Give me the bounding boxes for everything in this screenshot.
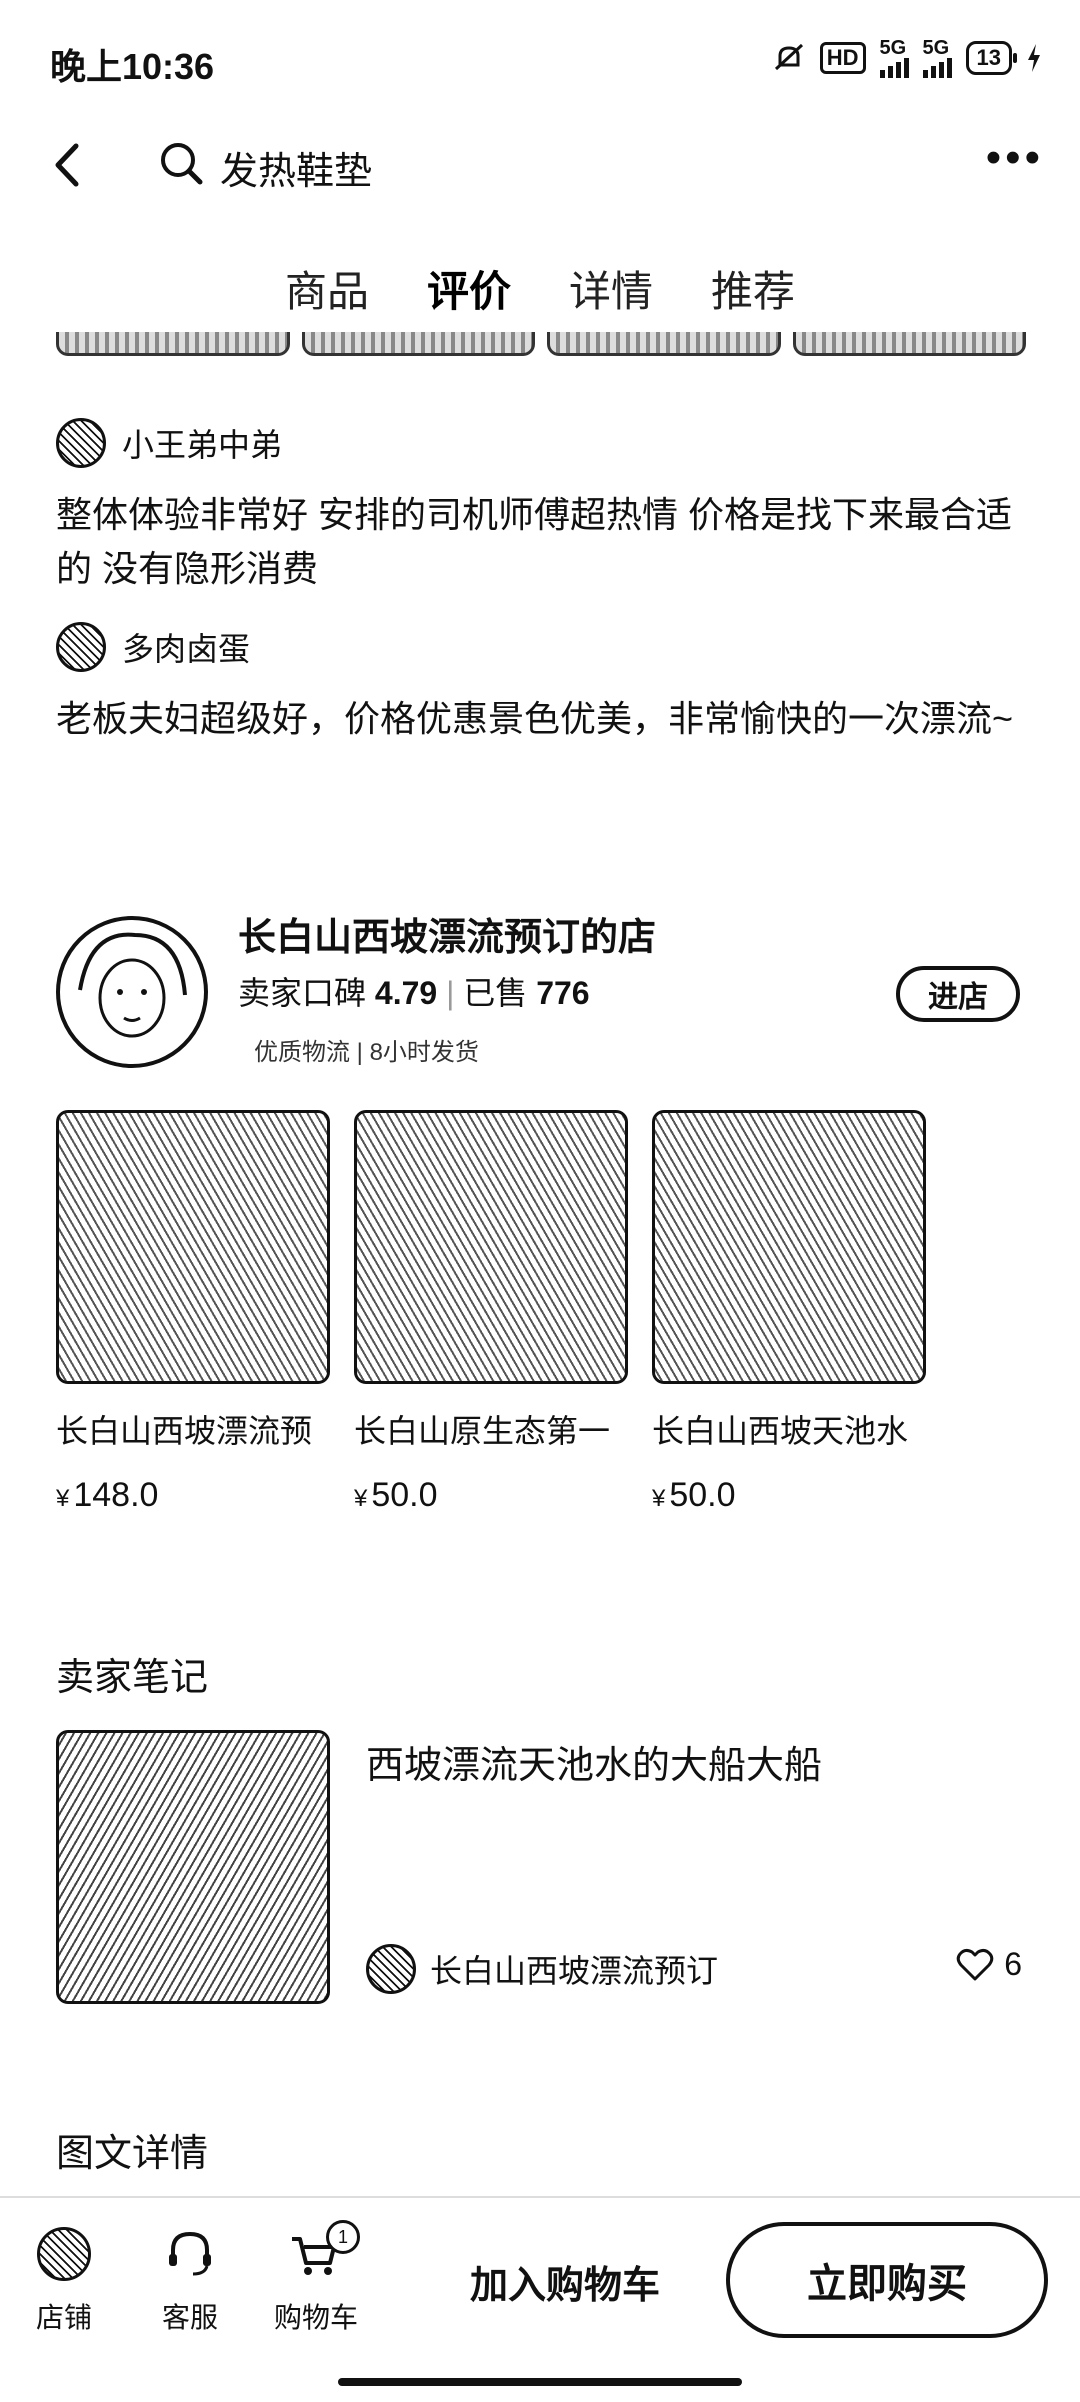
charging-icon bbox=[1028, 44, 1040, 72]
tab-goods[interactable]: 商品 bbox=[285, 258, 369, 319]
signal-bars-icon bbox=[922, 58, 952, 78]
sold-label: 已售 bbox=[463, 975, 528, 1011]
product-card[interactable]: 长白山西坡天池水 ¥50.0 bbox=[652, 1110, 926, 1515]
service-tab-label: 客服 bbox=[161, 2302, 218, 2333]
product-title: 长白山西坡漂流预 bbox=[56, 1413, 313, 1449]
service-tab[interactable]: 客服 bbox=[140, 2226, 240, 2336]
review-image[interactable] bbox=[56, 332, 290, 356]
bottom-action-bar: 店铺 客服 1 购物车 加入购物车 立即购买 bbox=[0, 2196, 1080, 2402]
cart-tab-label: 购物车 bbox=[273, 2302, 358, 2333]
headset-icon bbox=[169, 2231, 211, 2276]
review-item[interactable]: 多肉卤蛋 老板夫妇超级好，价格优惠景色优美，非常愉快的一次漂流~ bbox=[56, 622, 1036, 746]
review-text: 老板夫妇超级好，价格优惠景色优美，非常愉快的一次漂流~ bbox=[56, 698, 1014, 739]
avatar bbox=[56, 622, 106, 672]
signal-1: 5G bbox=[879, 37, 909, 78]
status-time: 晚上10:36 bbox=[50, 46, 215, 87]
shop-tab-label: 店铺 bbox=[35, 2302, 92, 2333]
product-price: ¥148.0 bbox=[56, 1476, 159, 1514]
network-1-label: 5G bbox=[879, 37, 907, 59]
note-title[interactable]: 西坡漂流天池水的大船大船 bbox=[366, 1734, 822, 1789]
cart-badge: 1 bbox=[326, 2220, 360, 2254]
shop-tags: 优质物流 | 8小时发货 bbox=[254, 1039, 479, 1066]
shop-meta: 卖家口碑 4.79 | 已售 776 bbox=[238, 975, 590, 1011]
rating-label: 卖家口碑 bbox=[238, 975, 367, 1011]
mute-bell-icon bbox=[774, 43, 803, 71]
product-card[interactable]: 长白山原生态第一 ¥50.0 bbox=[354, 1110, 628, 1515]
review-item[interactable]: 小王弟中弟 整体体验非常好 安排的司机师傅超热情 价格是找下来最合适的 没有隐形… bbox=[56, 418, 1036, 596]
note-author-name: 长白山西坡漂流预订 bbox=[430, 1953, 719, 1989]
more-icon[interactable]: ••• bbox=[986, 136, 1044, 180]
tab-details[interactable]: 详情 bbox=[569, 258, 653, 319]
rating-value: 4.79 bbox=[374, 975, 438, 1011]
hd-badge: HD bbox=[819, 42, 866, 74]
note-image[interactable] bbox=[56, 1730, 330, 2004]
shop-name[interactable]: 长白山西坡漂流预订的店 bbox=[238, 906, 656, 961]
product-title: 长白山西坡天池水 bbox=[652, 1413, 909, 1449]
enter-shop-button[interactable]: 进店 bbox=[896, 966, 1020, 1022]
tab-recommend[interactable]: 推荐 bbox=[711, 258, 795, 319]
shop-avatar[interactable] bbox=[56, 916, 208, 1068]
like-count: 6 bbox=[1004, 1946, 1022, 1982]
product-image[interactable] bbox=[652, 1110, 926, 1384]
avatar bbox=[56, 418, 106, 468]
review-image[interactable] bbox=[792, 332, 1026, 356]
product-price: ¥50.0 bbox=[354, 1476, 438, 1514]
product-card[interactable]: 长白山西坡漂流预 ¥148.0 bbox=[56, 1110, 330, 1515]
review-image[interactable] bbox=[547, 332, 781, 356]
back-icon[interactable] bbox=[48, 140, 88, 190]
note-author[interactable]: 长白山西坡漂流预订 bbox=[366, 1944, 718, 1994]
signal-2: 5G bbox=[922, 37, 952, 78]
review-image-strip[interactable] bbox=[56, 332, 1026, 356]
tab-reviews[interactable]: 评价 bbox=[427, 258, 511, 341]
product-price: ¥50.0 bbox=[652, 1476, 736, 1514]
product-image[interactable] bbox=[56, 1110, 330, 1384]
home-indicator[interactable] bbox=[338, 2378, 742, 2386]
review-image[interactable] bbox=[301, 332, 535, 356]
cart-tab[interactable]: 1 购物车 bbox=[266, 2220, 366, 2336]
detail-section-title: 图文详情 bbox=[56, 2133, 209, 2175]
network-2-label: 5G bbox=[922, 37, 950, 59]
like-button[interactable]: 6 bbox=[956, 1946, 1022, 1983]
notes-section-title: 卖家笔记 bbox=[56, 1657, 209, 1699]
product-image[interactable] bbox=[354, 1110, 628, 1384]
shop-tab[interactable]: 店铺 bbox=[14, 2226, 114, 2336]
product-title: 长白山原生态第一 bbox=[354, 1413, 611, 1449]
search-query[interactable]: 发热鞋垫 bbox=[220, 140, 372, 195]
shop-avatar-icon bbox=[37, 2227, 91, 2281]
avatar bbox=[366, 1944, 416, 1994]
buy-now-button[interactable]: 立即购买 bbox=[726, 2222, 1048, 2338]
status-icons: HD 5G 5G 13 bbox=[772, 38, 1042, 78]
battery-icon: 13 bbox=[965, 41, 1018, 75]
sold-value: 776 bbox=[536, 975, 590, 1011]
heart-icon bbox=[956, 1948, 994, 1980]
tab-bar: 商品 评价 详情 推荐 bbox=[0, 258, 1080, 341]
add-to-cart-button[interactable]: 加入购物车 bbox=[470, 2254, 660, 2309]
signal-bars-icon bbox=[879, 58, 909, 78]
reviewer-name: 小王弟中弟 bbox=[122, 427, 283, 463]
search-icon[interactable] bbox=[158, 140, 204, 186]
reviewer-name: 多肉卤蛋 bbox=[122, 631, 251, 667]
review-text: 整体体验非常好 安排的司机师傅超热情 价格是找下来最合适的 没有隐形消费 bbox=[56, 494, 1013, 589]
